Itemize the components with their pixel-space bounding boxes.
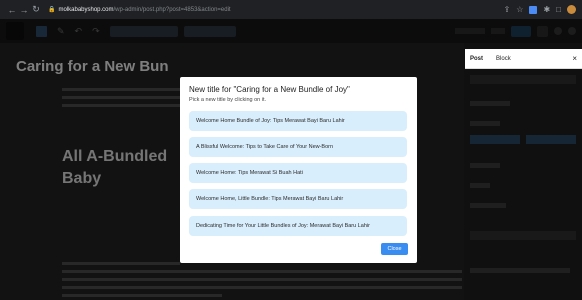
lock-icon: 🔒 [48,7,56,13]
title-option[interactable]: Welcome Home: Tips Merawat Si Buah Hati [189,163,407,183]
split-view-icon[interactable]: □ [556,5,561,14]
bookmark-star-icon[interactable]: ☆ [516,5,523,14]
share-icon[interactable]: ⇪ [504,5,511,14]
title-option[interactable]: Welcome Home Bundle of Joy: Tips Merawat… [189,111,407,131]
address-bar[interactable]: 🔒 molkababyshop.com/wp-admin/post.php?po… [48,3,468,16]
modal-title: New title for "Caring for a New Bundle o… [189,85,350,94]
modal-subtitle: Pick a new title by clicking on it. [189,97,267,103]
title-option[interactable]: Welcome Home, Little Bundle: Tips Merawa… [189,189,407,209]
sidebar-tabs: Post Block × [465,49,582,69]
profile-avatar[interactable] [567,5,576,14]
close-icon[interactable]: × [572,54,577,63]
tab-block[interactable]: Block [496,56,511,62]
tab-post[interactable]: Post [470,56,483,62]
close-button[interactable]: Close [381,243,408,255]
title-suggestion-modal: New title for "Caring for a New Bundle o… [180,77,417,263]
url-path: /wp-admin/post.php?post=4853&action=edit [113,6,231,13]
browser-toolbar: ← → ↻ 🔒 molkababyshop.com/wp-admin/post.… [0,0,582,19]
puzzle-extensions-icon[interactable]: ✱ [543,5,550,14]
extension-icon[interactable] [529,5,538,14]
forward-icon[interactable]: → [18,5,30,15]
title-option[interactable]: Dedicating Time for Your Little Bundles … [189,216,407,236]
title-option[interactable]: A Blissful Welcome: Tips to Take Care of… [189,137,407,157]
url-domain: molkababyshop.com [58,6,114,13]
back-icon[interactable]: ← [6,5,18,15]
reload-icon[interactable]: ↻ [30,4,42,15]
